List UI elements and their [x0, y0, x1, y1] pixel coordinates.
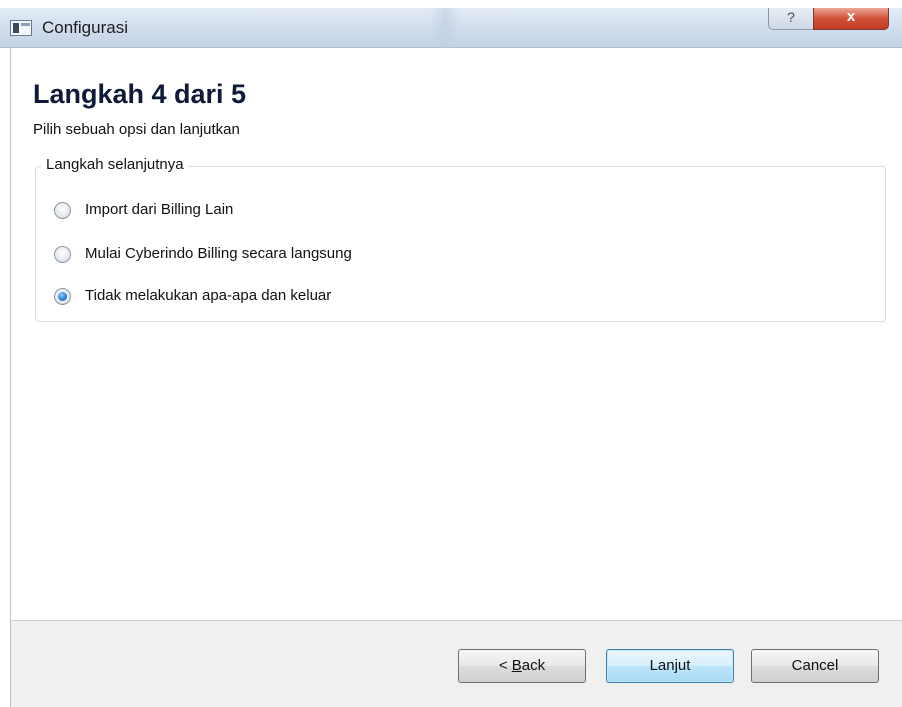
- option-label[interactable]: Mulai Cyberindo Billing secara langsung: [85, 244, 352, 264]
- back-button-mnemonic: B: [511, 657, 522, 674]
- wizard-page: Langkah 4 dari 5 Pilih sebuah opsi dan l…: [10, 48, 902, 620]
- close-x-icon: x: [846, 8, 856, 25]
- button-bar: < Back Lanjut Cancel: [10, 620, 902, 707]
- option-label[interactable]: Import dari Billing Lain: [85, 200, 233, 220]
- title-bar-glare: [430, 8, 460, 48]
- option-start-billing[interactable]: Mulai Cyberindo Billing secara langsung: [54, 243, 352, 265]
- back-button[interactable]: < Back: [458, 649, 586, 683]
- wizard-window: Configurasi ? x Langkah 4 dari 5 Pilih s…: [0, 0, 902, 707]
- option-label[interactable]: Tidak melakukan apa-apa dan keluar: [85, 286, 331, 306]
- option-import-billing[interactable]: Import dari Billing Lain: [54, 199, 233, 221]
- close-button[interactable]: x: [813, 8, 889, 30]
- groupbox-legend: Langkah selanjutnya: [42, 155, 188, 175]
- page-subtitle: Pilih sebuah opsi dan lanjutkan: [33, 121, 240, 138]
- question-mark-icon: ?: [787, 9, 795, 25]
- radio-import-billing[interactable]: [54, 201, 71, 219]
- help-button[interactable]: ?: [768, 8, 814, 30]
- option-do-nothing-exit[interactable]: Tidak melakukan apa-apa dan keluar: [54, 285, 331, 307]
- cancel-button[interactable]: Cancel: [751, 649, 879, 683]
- app-window-icon[interactable]: [10, 20, 32, 36]
- back-button-rest: ack: [521, 657, 546, 674]
- back-button-prefix: <: [498, 657, 512, 674]
- next-step-groupbox: Langkah selanjutnya Import dari Billing …: [35, 155, 886, 322]
- radio-start-billing[interactable]: [54, 245, 71, 263]
- next-button[interactable]: Lanjut: [606, 649, 734, 683]
- title-bar[interactable]: Configurasi ? x: [0, 8, 902, 48]
- page-title: Langkah 4 dari 5: [33, 79, 247, 109]
- radio-do-nothing-exit[interactable]: [54, 287, 71, 305]
- window-title: Configurasi: [42, 18, 128, 37]
